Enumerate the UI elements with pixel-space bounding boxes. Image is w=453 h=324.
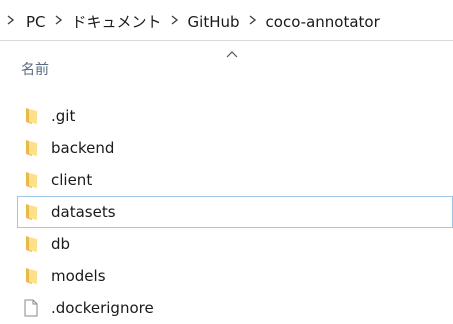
list-item-folder[interactable]: models [17, 260, 453, 292]
file-name: backend [51, 139, 115, 157]
folder-icon [26, 172, 37, 188]
sort-ascending-icon [224, 44, 240, 58]
folder-icon [26, 108, 37, 124]
address-bar[interactable]: PC ドキュメント GitHub coco-annotator [0, 0, 453, 41]
list-item-folder[interactable]: backend [17, 132, 453, 164]
column-header-name[interactable]: 名前 [21, 61, 49, 79]
file-name: db [51, 235, 71, 253]
file-name: .dockerignore [51, 299, 154, 317]
file-name: models [51, 267, 106, 285]
list-item-folder[interactable]: .git [17, 100, 453, 132]
list-item-folder[interactable]: client [17, 164, 453, 196]
chevron-right-icon[interactable] [4, 12, 18, 32]
file-list: .git backend client datasets db models .… [17, 100, 453, 324]
chevron-right-icon[interactable] [246, 12, 260, 32]
list-item-folder[interactable]: datasets [17, 196, 453, 228]
breadcrumb-coco-annotator[interactable]: coco-annotator [264, 12, 382, 32]
list-item-folder[interactable]: db [17, 228, 453, 260]
breadcrumb-github[interactable]: GitHub [186, 12, 242, 32]
breadcrumb-documents[interactable]: ドキュメント [70, 12, 164, 32]
folder-icon [26, 204, 37, 220]
chevron-right-icon[interactable] [168, 12, 182, 32]
list-item-file[interactable]: .dockerignore [17, 292, 453, 324]
file-name: .git [51, 107, 76, 125]
folder-icon [26, 236, 37, 252]
folder-icon [26, 268, 37, 284]
chevron-right-icon[interactable] [52, 12, 66, 32]
file-name: client [51, 171, 93, 189]
breadcrumb: PC ドキュメント GitHub coco-annotator [7, 11, 382, 33]
breadcrumb-pc[interactable]: PC [24, 12, 48, 32]
folder-icon [26, 140, 37, 156]
file-name: datasets [51, 203, 116, 221]
file-icon [24, 299, 38, 317]
